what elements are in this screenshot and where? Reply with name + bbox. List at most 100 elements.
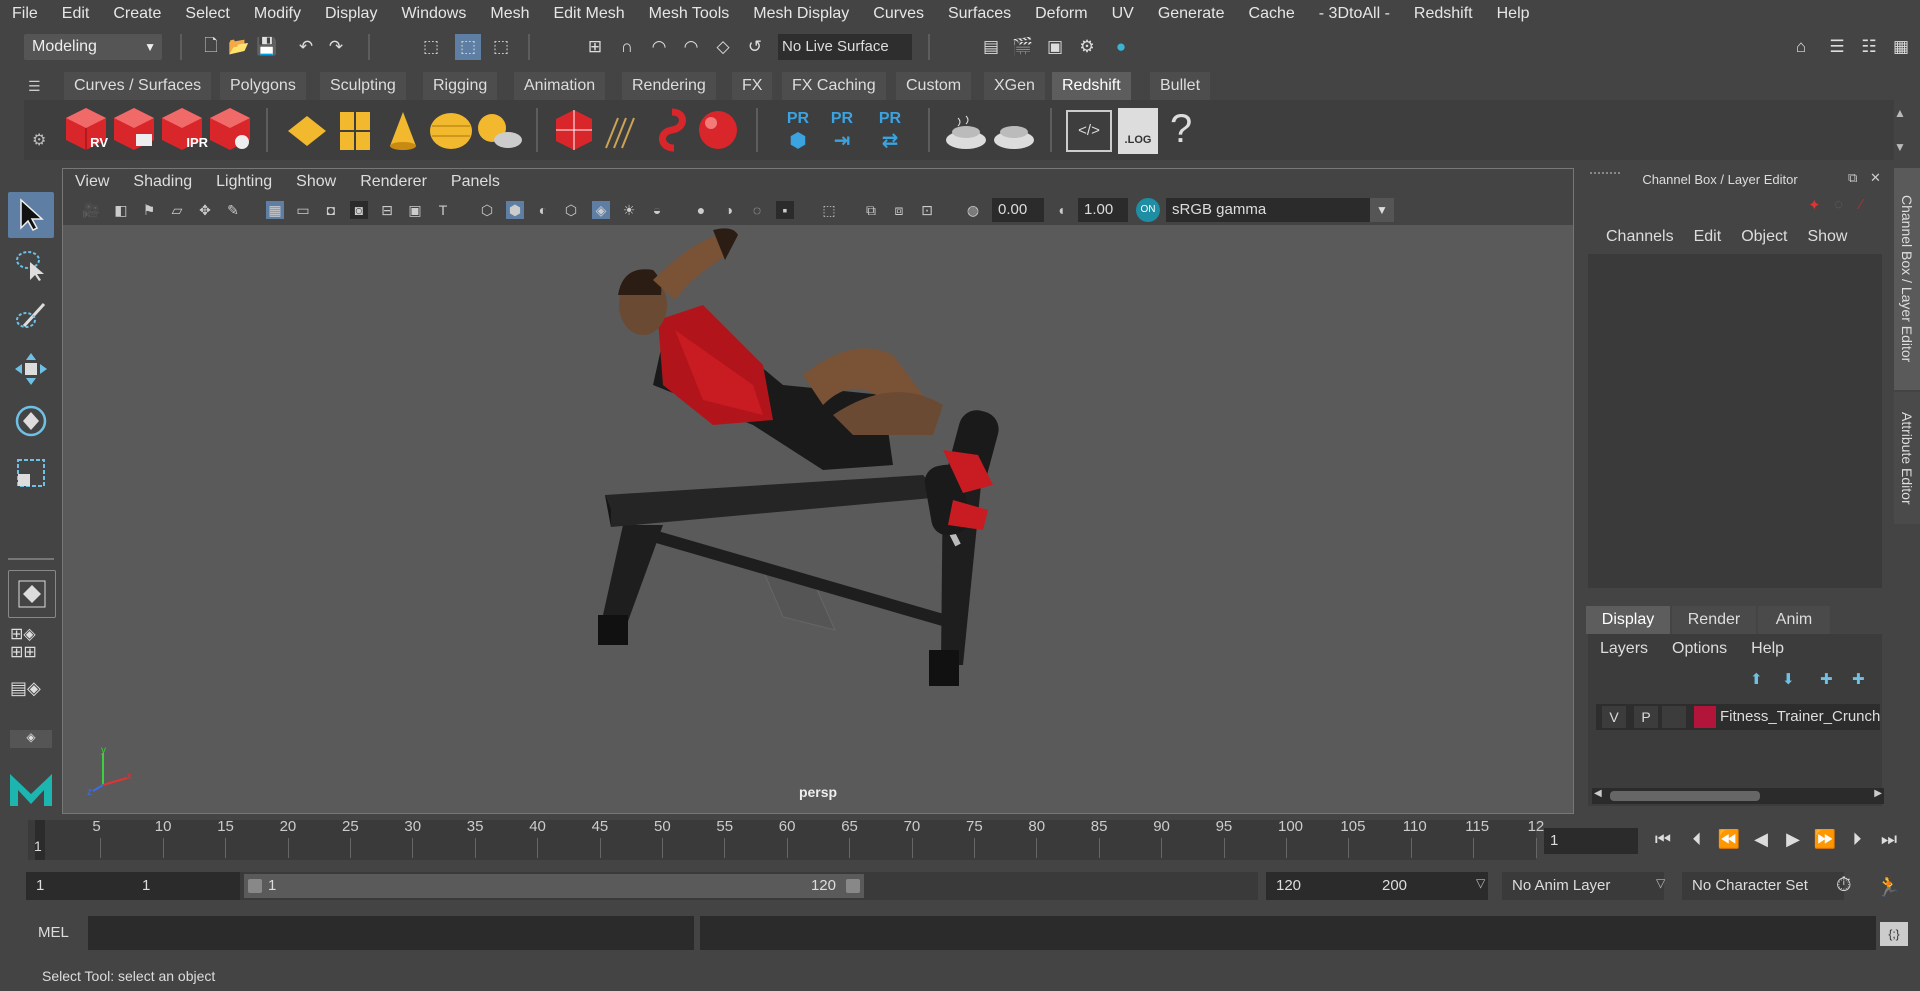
paint-select-tool-icon[interactable] bbox=[8, 292, 54, 338]
playback-end-field[interactable]: 120 bbox=[1266, 872, 1382, 900]
pr-export-icon[interactable]: PR ⇥ bbox=[824, 110, 860, 154]
menu-surfaces[interactable]: Surfaces bbox=[936, 0, 1023, 28]
layer-menu-help[interactable]: Help bbox=[1739, 640, 1796, 658]
two-d-pan-icon[interactable]: ✥ bbox=[196, 201, 214, 219]
snap-point-icon[interactable]: ◠ bbox=[648, 36, 670, 58]
select-component-icon[interactable]: ⬚ bbox=[490, 36, 512, 58]
current-frame-field[interactable]: 1 bbox=[1544, 828, 1638, 854]
film-gate-icon[interactable]: ▭ bbox=[294, 201, 312, 219]
shelf-scroll-down-icon[interactable]: ▼ bbox=[1894, 140, 1906, 154]
vp-menu-panels[interactable]: Panels bbox=[439, 169, 512, 195]
tab-curves-surfaces[interactable]: Curves / Surfaces bbox=[64, 72, 212, 100]
antialiasing-icon[interactable]: ◌ bbox=[748, 201, 766, 219]
animation-preferences-icon[interactable]: 🏃 bbox=[1876, 874, 1901, 899]
menu-curves[interactable]: Curves bbox=[861, 0, 936, 28]
menu-mesh-tools[interactable]: Mesh Tools bbox=[637, 0, 742, 28]
shelf-scroll-up-icon[interactable]: ▲ bbox=[1894, 106, 1906, 120]
mode-dropdown[interactable]: Modeling ▼ bbox=[24, 34, 162, 60]
scene-end-field[interactable]: 200 bbox=[1372, 872, 1488, 900]
xray-joints-icon[interactable]: ⧈ bbox=[890, 201, 908, 219]
tab-fx-caching[interactable]: FX Caching bbox=[782, 72, 886, 100]
dome-light-icon[interactable] bbox=[428, 110, 474, 152]
layer-name[interactable]: Fitness_Trainer_Crunch bbox=[1720, 704, 1880, 730]
vp-menu-renderer[interactable]: Renderer bbox=[348, 169, 439, 195]
channel-menu-channels[interactable]: Channels bbox=[1596, 228, 1684, 246]
character-set-dropdown[interactable]: No Character Set bbox=[1682, 872, 1844, 900]
shelf-menu-icon[interactable]: ☰ bbox=[28, 78, 46, 96]
snap-live-icon[interactable]: ↺ bbox=[744, 36, 766, 58]
step-back-frame-icon[interactable]: ⏴ bbox=[1684, 826, 1710, 852]
camera-attributes-icon[interactable]: ◧ bbox=[112, 201, 130, 219]
image-plane-icon[interactable]: ▱ bbox=[168, 201, 186, 219]
aov-manager-icon[interactable] bbox=[992, 112, 1036, 152]
select-hierarchy-icon[interactable]: ⬚ bbox=[420, 36, 442, 58]
safe-title-icon[interactable]: T bbox=[434, 201, 452, 219]
menu-generate[interactable]: Generate bbox=[1146, 0, 1237, 28]
play-backwards-icon[interactable]: ◀ bbox=[1748, 826, 1774, 852]
float-panel-icon[interactable]: ⧉ bbox=[1848, 170, 1857, 186]
menu-help[interactable]: Help bbox=[1485, 0, 1542, 28]
channel-menu-edit[interactable]: Edit bbox=[1684, 228, 1732, 246]
field-chart-icon[interactable]: ⊟ bbox=[378, 201, 396, 219]
help-icon[interactable]: ? bbox=[1170, 106, 1200, 152]
menu-3dtoall[interactable]: - 3DtoAll - bbox=[1307, 0, 1402, 28]
proxy-icon[interactable] bbox=[554, 108, 594, 152]
playback-start-field[interactable]: 1 bbox=[132, 872, 248, 900]
render-view-icon[interactable]: ▤ bbox=[980, 36, 1002, 58]
move-layer-up-icon[interactable]: ⬆ bbox=[1750, 670, 1763, 688]
exposure-icon[interactable]: ◍ bbox=[964, 201, 982, 219]
textured-icon[interactable]: ◈ bbox=[592, 201, 610, 219]
snap-grid-icon[interactable]: ⊞ bbox=[584, 36, 606, 58]
bookmark-icon[interactable]: ⚑ bbox=[140, 201, 158, 219]
xray-icon[interactable]: ⧉ bbox=[862, 201, 880, 219]
new-layer-icon[interactable]: ✚ bbox=[1820, 670, 1833, 688]
tab-custom[interactable]: Custom bbox=[896, 72, 972, 100]
snap-surface-icon[interactable]: ◇ bbox=[712, 36, 734, 58]
menu-deform[interactable]: Deform bbox=[1023, 0, 1099, 28]
gamma-field[interactable]: 1.00 bbox=[1078, 198, 1128, 222]
snap-view-icon[interactable]: ◠ bbox=[680, 36, 702, 58]
lasso-tool-icon[interactable] bbox=[8, 242, 54, 288]
outliner-layout-icon[interactable]: ▤◈ bbox=[10, 678, 52, 716]
xray-components-icon[interactable]: ⊡ bbox=[918, 201, 936, 219]
speed-icon[interactable]: ◌ bbox=[1834, 196, 1843, 213]
four-view-layout-icon[interactable]: ⊞◈ ⊞⊞ bbox=[10, 626, 52, 664]
pr-object-icon[interactable]: PR ⬢ bbox=[780, 110, 816, 154]
hypershade-icon[interactable]: ● bbox=[1110, 36, 1132, 58]
menu-edit[interactable]: Edit bbox=[50, 0, 102, 28]
range-slider-bar[interactable]: 1 120 bbox=[244, 874, 864, 898]
rect-light-icon[interactable] bbox=[286, 112, 328, 150]
redo-icon[interactable]: ↷ bbox=[325, 36, 347, 58]
shelf-settings-icon[interactable]: ⚙ bbox=[32, 130, 46, 150]
safe-action-icon[interactable]: ▣ bbox=[406, 201, 424, 219]
motion-blur-icon[interactable]: ◑ bbox=[720, 201, 738, 219]
redshift-ipr-icon[interactable]: IPR bbox=[160, 106, 208, 152]
tab-animation[interactable]: Animation bbox=[514, 72, 606, 100]
attribute-editor-toggle-icon[interactable]: ☷ bbox=[1858, 36, 1880, 58]
new-scene-icon[interactable]: 🗋 bbox=[200, 36, 222, 58]
auto-key-icon[interactable]: ⏱ bbox=[1836, 874, 1852, 897]
open-scene-icon[interactable]: 📂 bbox=[228, 36, 250, 58]
go-to-start-icon[interactable]: ⏮ bbox=[1650, 826, 1676, 852]
scroll-left-icon[interactable]: ◀ bbox=[1594, 788, 1602, 799]
live-surface-field[interactable]: No Live Surface bbox=[778, 34, 912, 60]
command-language-label[interactable]: MEL bbox=[38, 924, 69, 941]
close-icon[interactable]: ✕ bbox=[1870, 170, 1881, 186]
gamma-icon[interactable]: ◖ bbox=[1052, 201, 1070, 219]
redshift-settings-icon[interactable] bbox=[208, 106, 252, 152]
render-settings-icon[interactable]: ⚙ bbox=[1076, 36, 1098, 58]
vp-menu-view[interactable]: View bbox=[63, 169, 121, 195]
scene-start-field[interactable]: 1 bbox=[26, 872, 140, 900]
layer-color-swatch[interactable] bbox=[1694, 706, 1716, 728]
tab-rigging[interactable]: Rigging bbox=[423, 72, 498, 100]
undo-icon[interactable]: ↶ bbox=[295, 36, 317, 58]
play-forwards-icon[interactable]: ▶ bbox=[1780, 826, 1806, 852]
channel-list[interactable] bbox=[1588, 254, 1882, 588]
tool-settings-toggle-icon[interactable]: ▦ bbox=[1890, 36, 1912, 58]
tab-redshift[interactable]: Redshift bbox=[1052, 72, 1131, 100]
channel-menu-object[interactable]: Object bbox=[1731, 228, 1797, 246]
move-tool-icon[interactable] bbox=[8, 346, 54, 392]
menu-create[interactable]: Create bbox=[101, 0, 173, 28]
vp-menu-shading[interactable]: Shading bbox=[121, 169, 204, 195]
color-management-icon[interactable]: ON bbox=[1136, 198, 1160, 222]
